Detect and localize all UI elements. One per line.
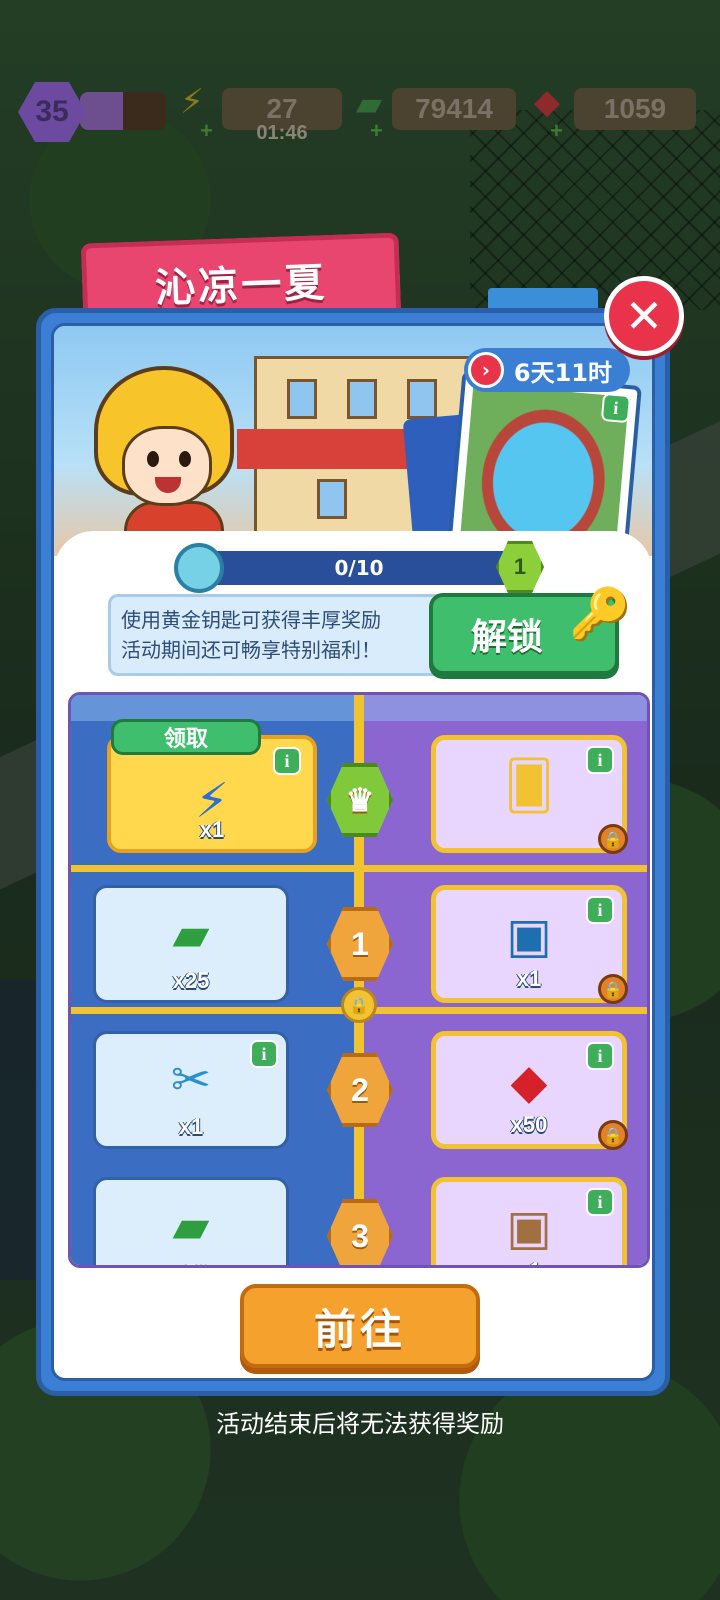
energy-counter[interactable]: 27 01:46 [222,88,342,144]
lock-icon: 🔒 [598,1120,628,1150]
timer-text: 6天11时 [513,358,612,387]
event-banner: i › 6天11时 [54,326,652,576]
energy-timer: 01:46 [256,122,308,144]
xp-bar [80,92,166,130]
free-reward-slot[interactable]: 领取 ⚡ x1 i [107,719,317,853]
info-icon[interactable]: i [586,746,614,774]
track-divider [71,865,647,872]
unlock-description: 使用黄金钥匙可获得丰厚奖励 活动期间还可畅享特别福利！ [121,605,441,665]
event-title: 沁凉一夏 [154,259,328,312]
lock-icon: 🔒 [598,824,628,854]
go-button[interactable]: 前往 [240,1284,480,1368]
info-icon[interactable]: i [250,1040,278,1068]
token-icon [174,543,224,593]
reward-track: 领取 ⚡ x1 i ♛ 🂠 i 🔒 ▰ x25 1 ▣ x1 i 🔒 🔒 ✂ x… [68,692,650,1268]
mascot-character [84,356,254,561]
unlock-row: 使用黄金钥匙可获得丰厚奖励 活动期间还可畅享特别福利！ 解锁 🔑 [108,585,631,676]
info-icon[interactable]: i [586,1042,614,1070]
reward-qty: x1 [516,966,542,991]
clock-icon: › [467,352,504,388]
cash-counter[interactable]: 79414 [392,88,516,130]
cash-plus-icon[interactable]: + [370,118,383,144]
premium-reward-slot[interactable]: ◆ x50 i 🔒 [431,1031,628,1150]
house-window [407,379,437,419]
progress-bar: 0/10 [194,551,524,585]
progress-section: 0/10 1 [54,531,652,599]
reward-qty: x50 [96,1260,286,1265]
cash-stack-icon: ▰ [172,906,210,962]
close-button[interactable]: ✕ [604,276,684,356]
cash-stack-icon: ▰ [172,1198,210,1254]
claim-button[interactable]: 领取 [111,719,261,755]
gem-plus-icon[interactable]: + [550,118,563,144]
event-panel: i › 6天11时 0/10 1 使用黄金钥匙可获得丰厚奖励 活动期间还可畅享特… [36,308,670,1396]
event-timer: › 6天11时 [463,348,630,392]
golden-key-icon: 🔑 [569,585,632,643]
lightning-icon: ⚡ [180,82,204,122]
footer-note: 活动结束后将无法获得奖励 [216,1410,504,1438]
reward-qty: x1 [436,1258,622,1265]
free-reward-slot[interactable]: ✂ x1 i [93,1031,289,1149]
unlock-text-line2: 活动期间还可畅享特别福利！ [121,638,381,662]
level-badge[interactable]: 35 [18,82,86,142]
close-icon: ✕ [624,289,664,343]
lock-icon: 🔒 [598,974,628,1004]
claim-label: 领取 [163,727,208,752]
info-icon[interactable]: i [273,747,301,775]
free-reward-slot[interactable]: ▰ x50 [93,1177,289,1265]
house-window [287,379,317,419]
cash-value: 79414 [415,93,493,124]
premium-reward-slot[interactable]: ▣ x1 i [431,1177,627,1265]
house-window [317,479,347,519]
reward-qty: x25 [172,968,210,993]
xp-fill [80,92,123,130]
reward-qty: x1 [199,817,225,842]
mascot-eye [147,451,159,467]
info-icon[interactable]: i [600,392,632,424]
mascot-eye [179,451,191,467]
go-button-label: 前往 [313,1304,406,1354]
premium-reward-slot[interactable]: 🂠 i 🔒 [431,735,628,854]
top-hud: 35 27 01:46 ⚡ + 79414 ▰ + 1059 ◆ + [0,82,720,144]
info-icon[interactable]: i [586,896,614,924]
mascot-face [122,426,212,506]
energy-value: 27 [266,93,298,124]
gem-counter[interactable]: 1059 [574,88,696,130]
progress-level-badge: 1 [496,541,544,593]
mascot-mouth [155,477,181,493]
reward-qty: x1 [178,1114,204,1139]
unlock-button-label: 解锁 [471,617,544,658]
house-window [347,379,377,419]
ruby-icon: ◆ [534,82,561,122]
panel-inner: i › 6天11时 0/10 1 使用黄金钥匙可获得丰厚奖励 活动期间还可畅享特… [51,323,655,1381]
reward-qty: x50 [510,1112,548,1137]
premium-reward-slot[interactable]: ▣ x1 i 🔒 [431,885,628,1004]
padlock-icon: 🔒 [341,987,377,1023]
energy-plus-icon[interactable]: + [200,118,213,144]
progress-label: 0/10 [334,556,384,580]
gem-value: 1059 [603,93,667,124]
info-icon[interactable]: i [586,1188,614,1216]
free-reward-slot[interactable]: ▰ x25 [93,885,289,1003]
unlock-text-line1: 使用黄金钥匙可获得丰厚奖励 [121,608,381,632]
